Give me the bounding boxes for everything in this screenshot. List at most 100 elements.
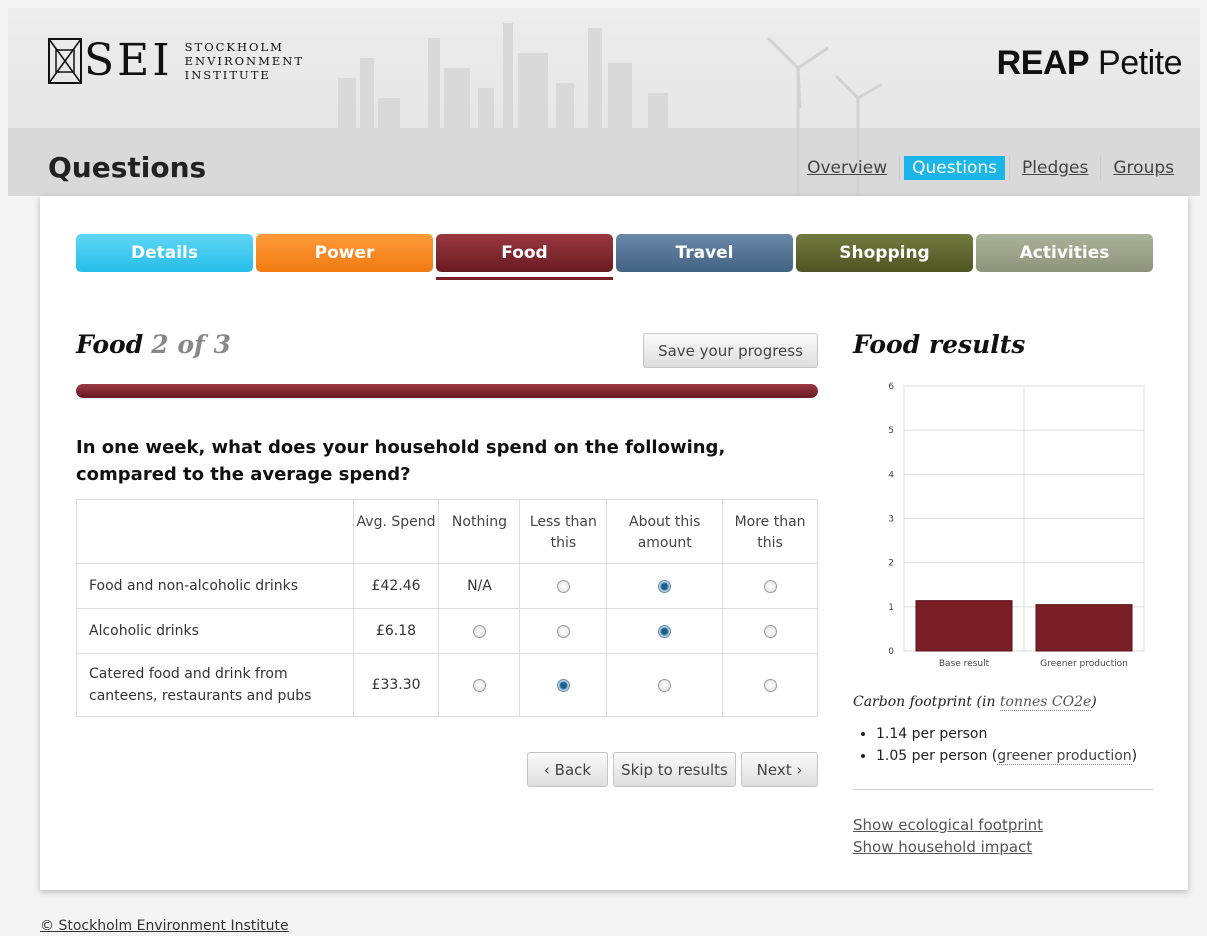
spend-table: Avg. Spend Nothing Less than this About … [76, 499, 818, 717]
section-step: 2 of 3 [151, 330, 231, 359]
logo-institute-name: STOCKHOLM ENVIRONMENT INSTITUTE [185, 40, 304, 82]
logo-line-3: INSTITUTE [184, 68, 271, 82]
nav-questions[interactable]: Questions [904, 156, 1006, 180]
line2-prefix: 1.05 per person ( [876, 748, 998, 764]
row-avg-spend: £6.18 [352, 608, 440, 654]
row-item-label: Food and non-alcoholic drinks [76, 563, 354, 609]
logo-letters: SEI [84, 35, 173, 86]
row-item-label: Alcoholic drinks [76, 608, 354, 654]
cell-about [606, 653, 724, 717]
column-header-more: More than this [722, 499, 818, 564]
column-header-item [76, 499, 354, 564]
nav-separator [1009, 156, 1011, 180]
save-progress-button[interactable]: Save your progress [643, 333, 818, 368]
radio-about[interactable] [658, 678, 672, 692]
chart-y-tick-label: 1 [888, 603, 894, 613]
cell-more [722, 653, 818, 717]
tab-travel[interactable]: Travel [616, 234, 793, 272]
cell-about [606, 563, 724, 609]
cell-more [722, 563, 818, 609]
column-header-about: About this amount [606, 499, 724, 564]
back-button[interactable]: ‹ Back [527, 752, 608, 787]
tab-food[interactable]: Food [436, 234, 613, 280]
chart-y-tick-label: 4 [888, 470, 894, 480]
radio-less[interactable] [556, 678, 570, 692]
row-avg-spend: £42.46 [352, 563, 440, 609]
cell-nothing [438, 653, 521, 717]
skip-to-results-button[interactable]: Skip to results [613, 752, 736, 787]
chart-bar [1035, 604, 1133, 652]
section-title: Food 2 of 3 [76, 330, 231, 359]
nav-pledges[interactable]: Pledges [1014, 156, 1096, 180]
active-tab-indicator [436, 277, 613, 280]
chart-y-tick-label: 2 [888, 559, 894, 569]
chart-x-tick-label: Greener production [1040, 659, 1128, 669]
carbon-footprint-heading: Carbon footprint (in tonnes CO2e) [853, 694, 1097, 711]
row-nothing-na: N/A [438, 563, 521, 609]
cell-less [519, 563, 608, 609]
result-links: Show ecological footprint Show household… [853, 814, 1043, 858]
top-navigation: Overview Questions Pledges Groups [799, 156, 1182, 180]
radio-about[interactable] [658, 579, 672, 593]
chart-y-tick-label: 3 [888, 515, 894, 525]
brand-rest: Petite [1089, 44, 1182, 82]
column-header-less: Less than this [519, 499, 608, 564]
table-header-row: Avg. Spend Nothing Less than this About … [76, 499, 818, 564]
section-name: Food [76, 330, 144, 359]
tab-details[interactable]: Details [76, 234, 253, 272]
divider [853, 789, 1153, 790]
chart-bar [915, 600, 1013, 652]
greener-production-link[interactable]: greener production [997, 748, 1132, 765]
nav-separator [899, 156, 901, 180]
cell-more [722, 608, 818, 654]
tab-shopping[interactable]: Shopping [796, 234, 973, 272]
chart-x-tick-label: Base result [939, 659, 990, 669]
table-row: Catered food and drink from canteens, re… [76, 653, 818, 717]
logo-line-1: STOCKHOLM [184, 40, 284, 54]
radio-more[interactable] [763, 678, 777, 692]
cell-nothing [438, 608, 521, 654]
brand-bold: REAP [996, 44, 1090, 82]
section-progress-bar [76, 384, 818, 398]
radio-more[interactable] [763, 624, 777, 638]
row-item-label: Catered food and drink from canteens, re… [76, 653, 354, 717]
show-household-impact-link[interactable]: Show household impact [853, 836, 1043, 858]
chart-y-tick-label: 0 [888, 647, 894, 657]
nav-separator [1100, 156, 1102, 180]
radio-less[interactable] [556, 579, 570, 593]
tab-activities[interactable]: Activities [976, 234, 1153, 272]
copyright-link[interactable]: © Stockholm Environment Institute [40, 918, 289, 934]
footprint-list: 1.14 per person 1.05 per person (greener… [876, 723, 1137, 767]
footprint-suffix: ) [1091, 694, 1097, 710]
header-band: SEI STOCKHOLM ENVIRONMENT INSTITUTE REAP… [8, 8, 1200, 196]
show-ecological-footprint-link[interactable]: Show ecological footprint [853, 814, 1043, 836]
radio-more[interactable] [763, 579, 777, 593]
tab-food-label: Food [501, 243, 548, 263]
tonnes-co2e-link[interactable]: tonnes CO2e [999, 694, 1092, 711]
next-button[interactable]: Next › [741, 752, 818, 787]
nav-groups[interactable]: Groups [1105, 156, 1182, 180]
logo-line-2: ENVIRONMENT [184, 54, 305, 68]
main-card: Details Power Food Travel Shopping Activ… [40, 196, 1188, 890]
sei-logo[interactable]: SEI STOCKHOLM ENVIRONMENT INSTITUTE [48, 38, 304, 84]
radio-less[interactable] [556, 624, 570, 638]
list-item: 1.05 per person (greener production) [876, 745, 1137, 767]
radio-about[interactable] [658, 624, 672, 638]
radio-nothing[interactable] [472, 678, 486, 692]
footprint-prefix: Carbon footprint (in [853, 694, 1000, 710]
sei-logo-icon [48, 38, 82, 84]
question-text: In one week, what does your household sp… [76, 437, 726, 485]
column-header-nothing: Nothing [438, 499, 521, 564]
cell-about [606, 608, 724, 654]
tab-power[interactable]: Power [256, 234, 433, 272]
progress-fill [76, 384, 818, 398]
app-brand: REAP Petite [996, 44, 1183, 83]
table-row: Food and non-alcoholic drinks £42.46 N/A [76, 563, 818, 609]
column-header-avg-spend: Avg. Spend [352, 499, 440, 564]
food-results-chart: 0 1 2 3 4 5 6 Base result Greener production [888, 382, 1145, 669]
cell-less [519, 653, 608, 717]
chart-y-tick-label: 5 [888, 426, 894, 436]
category-tabs: Details Power Food Travel Shopping Activ… [76, 234, 1153, 280]
radio-nothing[interactable] [472, 624, 486, 638]
nav-overview[interactable]: Overview [799, 156, 895, 180]
